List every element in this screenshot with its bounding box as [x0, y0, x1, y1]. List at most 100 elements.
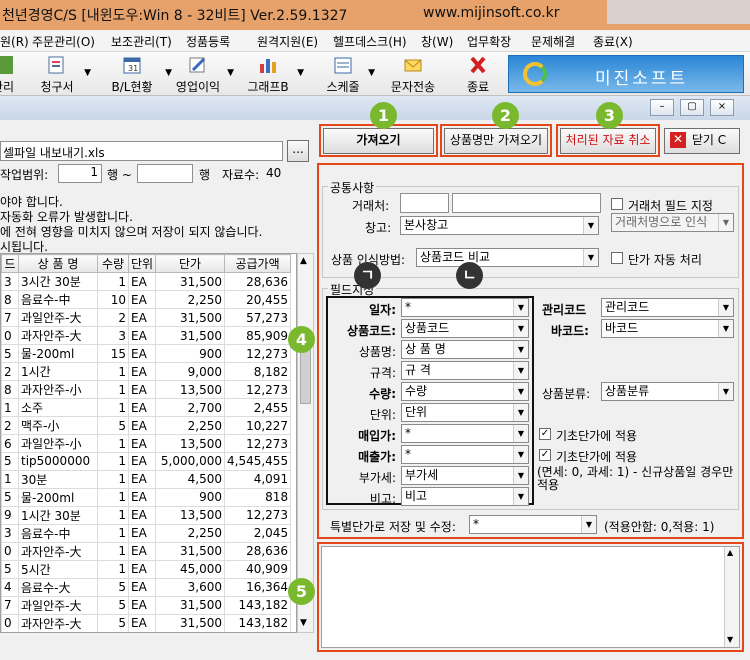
table-row[interactable]: 5 물-200ml 15 EA 900 12,273	[1, 344, 292, 363]
menu-item-window[interactable]: 창(W)	[421, 33, 453, 50]
toolbar-bl-button[interactable]: 31 B/L현황 ▼	[104, 54, 172, 94]
grid-column-header[interactable]: 드	[1, 254, 19, 273]
table-row[interactable]: 1 소주 1 EA 2,700 2,455	[1, 398, 292, 417]
menu-item-remote[interactable]: 원격지원(E)	[257, 33, 318, 50]
menu-item-aux[interactable]: 보조관리(T)	[111, 33, 172, 50]
menu-item-license[interactable]: 정품등록	[186, 33, 230, 50]
customer-field-checkbox[interactable]	[611, 198, 623, 210]
mgmt-code-select[interactable]: 관리코드 ▼	[601, 298, 734, 317]
chevron-down-icon[interactable]: ▼	[227, 68, 234, 78]
grid-column-header[interactable]: 상 품 명	[18, 254, 98, 273]
log-scrollbar[interactable]: ▲ ▼	[724, 547, 739, 647]
maximize-button[interactable]: ▢	[680, 99, 704, 116]
field-select[interactable]: * ▼	[401, 298, 529, 317]
chevron-down-icon[interactable]: ▼	[165, 68, 172, 78]
table-cell: 31,500	[155, 272, 225, 291]
close-button[interactable]: ✕ 닫기 C	[664, 128, 740, 154]
table-row[interactable]: 1 30분 1 EA 4,500 4,091	[1, 469, 292, 489]
menu-item-helpdesk[interactable]: 헬프데스크(H)	[333, 33, 407, 50]
toolbar-invoice-button[interactable]: 청구서 ▼	[35, 54, 91, 94]
minimize-button[interactable]: –	[650, 99, 674, 116]
table-row[interactable]: 3 음료수-中 1 EA 2,250 2,045	[1, 523, 292, 543]
apply-sales-checkbox[interactable]: ✓	[539, 449, 551, 461]
table-row[interactable]: 5 물-200ml 1 EA 900 818	[1, 487, 292, 507]
toolbar-sms-button[interactable]: 문자전송	[387, 54, 439, 94]
field-select[interactable]: 수량 ▼	[401, 382, 529, 401]
scroll-up-icon[interactable]: ▲	[727, 548, 733, 557]
table-row[interactable]: 6 과일안주-小 1 EA 13,500 12,273	[1, 434, 292, 453]
table-cell: 5	[97, 595, 129, 615]
barcode-select[interactable]: 바코드 ▼	[601, 319, 734, 338]
field-select[interactable]: * ▼	[401, 445, 529, 464]
table-row[interactable]: 8 음료수-中 10 EA 2,250 20,455	[1, 290, 292, 309]
grid-column-header[interactable]: 공급가액	[223, 254, 292, 273]
fetch-names-button[interactable]: 상품명만 가져오기	[444, 128, 548, 154]
menu-item-troubleshoot[interactable]: 문제해결	[531, 33, 575, 50]
table-row[interactable]: 5 tip5000000 1 EA 5,000,000 4,545,455	[1, 452, 292, 471]
field-select[interactable]: 비고 ▼	[401, 487, 529, 506]
menu-item-extend[interactable]: 업무확장	[467, 33, 511, 50]
field-select[interactable]: 상 품 명 ▼	[401, 340, 529, 359]
table-row[interactable]: 2 맥주-小 5 EA 2,250 10,227	[1, 416, 292, 435]
data-grid[interactable]: 드상 품 명 수량 단위 단가 공급가액 3 3시간 30분 1 EA 31,500 28,636…	[0, 253, 297, 633]
toolbar-schedule-button[interactable]: 스케줄 ▼	[323, 54, 375, 94]
field-select[interactable]: * ▼	[401, 424, 529, 443]
table-cell: 1	[97, 505, 129, 525]
toolbar-manage-button[interactable]: 관리	[0, 54, 20, 94]
table-row[interactable]: 7 과일안주-大 5 EA 31,500 143,182	[1, 595, 292, 615]
field-select[interactable]: 상품코드 ▼	[401, 319, 529, 338]
table-row[interactable]: 0 과자안주-大 5 EA 31,500 143,182	[1, 613, 292, 632]
close-window-button[interactable]: ×	[710, 99, 734, 116]
toolbar-graph-button[interactable]: 그래프B ▼	[244, 54, 304, 94]
step-badge-2: 2	[492, 102, 519, 129]
scroll-down-icon[interactable]: ▼	[727, 635, 733, 644]
class-select[interactable]: 상품분류 ▼	[601, 382, 734, 401]
table-row[interactable]: 2 1시간 1 EA 9,000 8,182	[1, 362, 292, 381]
file-name-field[interactable]: 셀파일 내보내기.xls	[0, 141, 283, 161]
customer-name-select: 거래처명으로 인식 ▼	[611, 213, 734, 232]
table-row[interactable]: 4 음료수-大 5 EA 3,600 16,364	[1, 577, 292, 597]
customer-name-input[interactable]	[452, 193, 601, 213]
apply-purchase-checkbox[interactable]: ✓	[539, 428, 551, 440]
toolbar-profit-button[interactable]: 영업이익 ▼	[174, 54, 234, 94]
scroll-down-icon[interactable]: ▼	[300, 618, 307, 628]
special-select[interactable]: * ▼	[469, 515, 597, 534]
table-row[interactable]: 0 과자안주-大 1 EA 31,500 28,636	[1, 541, 292, 561]
table-row[interactable]: 5 5시간 1 EA 45,000 40,909	[1, 559, 292, 579]
chevron-down-icon[interactable]: ▼	[84, 68, 91, 78]
grid-column-header[interactable]: 단가	[155, 254, 225, 273]
chevron-down-icon[interactable]: ▼	[297, 68, 304, 78]
table-row[interactable]: 0 과자안주-大 3 EA 31,500 85,909	[1, 326, 292, 345]
table-cell: 85,909	[223, 326, 292, 345]
table-row[interactable]: 9 1시간 30분 1 EA 13,500 12,273	[1, 505, 292, 525]
menu-item-exit[interactable]: 종료(X)	[593, 33, 633, 50]
grid-column-header[interactable]: 단위	[128, 254, 156, 273]
table-row[interactable]: 8 과자안주-小 1 EA 13,500 12,273	[1, 380, 292, 399]
scroll-up-icon[interactable]: ▲	[300, 256, 307, 266]
field-select[interactable]: 부가세 ▼	[401, 466, 529, 485]
grid-column-header[interactable]: 수량	[97, 254, 129, 273]
customer-code-input[interactable]	[400, 193, 449, 213]
range-to-input[interactable]	[137, 164, 193, 183]
range-from-input[interactable]: 1	[58, 164, 102, 183]
chevron-down-icon[interactable]: ▼	[368, 68, 375, 78]
table-row[interactable]: 3 3시간 30분 1 EA 31,500 28,636	[1, 272, 292, 291]
fetch-button[interactable]: 가져오기	[323, 128, 434, 154]
menu-item-1[interactable]: 원(R)	[0, 33, 29, 50]
cancel-processed-button[interactable]: 처리된 자료 취소	[560, 128, 656, 154]
field-select[interactable]: 규 격 ▼	[401, 361, 529, 380]
menu-item-order[interactable]: 주문관리(O)	[32, 33, 95, 50]
log-textarea[interactable]: ▲ ▼	[321, 546, 740, 648]
table-row[interactable]: 7 과일안주-大 2 EA 31,500 57,273	[1, 308, 292, 327]
toolbar-exit-button[interactable]: 종료	[458, 54, 498, 94]
chevron-down-icon: ▼	[583, 249, 598, 266]
recog-select[interactable]: 상품코드 비교 ▼	[416, 248, 599, 267]
auto-price-checkbox[interactable]	[611, 252, 623, 264]
field-select[interactable]: 단위 ▼	[401, 403, 529, 422]
browse-button[interactable]: ...	[287, 140, 309, 162]
table-cell: 맥주-小	[18, 416, 98, 435]
table-row[interactable]: 1소주10EA2,70024,545	[1, 631, 292, 632]
table-cell: 5시간	[18, 559, 98, 579]
vertical-scrollbar[interactable]: ▲ ▼	[297, 253, 314, 633]
warehouse-select[interactable]: 본사창고 ▼	[400, 216, 599, 235]
